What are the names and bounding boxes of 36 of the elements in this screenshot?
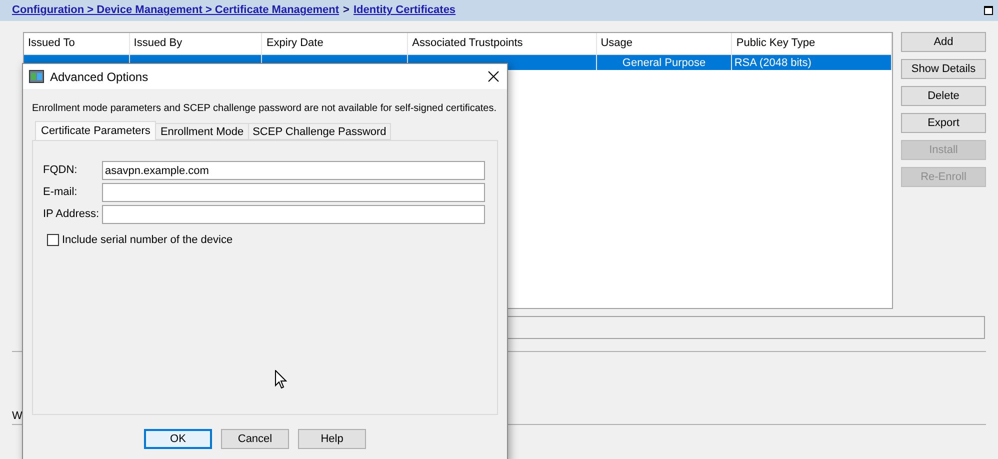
tab[interactable]: Enrollment Mode bbox=[156, 123, 249, 140]
tab[interactable]: SCEP Challenge Password bbox=[248, 123, 392, 140]
status-text: W bbox=[12, 408, 22, 424]
column-header[interactable]: Usage bbox=[596, 33, 732, 54]
maximize-icon[interactable] bbox=[984, 6, 993, 15]
app-icon bbox=[29, 70, 44, 83]
tab[interactable]: Certificate Parameters bbox=[35, 121, 156, 140]
checkbox[interactable] bbox=[47, 234, 59, 246]
action-button[interactable]: Export bbox=[901, 113, 986, 133]
dialog-message: Enrollment mode parameters and SCEP challenge password are not available for self-signed certificates. bbox=[32, 102, 497, 116]
column-header[interactable]: Issued To bbox=[24, 33, 130, 54]
pointer-icon bbox=[275, 370, 287, 388]
breadcrumb-separator: > bbox=[343, 3, 350, 18]
field-label: FQDN: bbox=[43, 163, 78, 178]
action-button[interactable]: Add bbox=[901, 32, 986, 52]
dialog-title: Advanced Options bbox=[50, 68, 150, 86]
column-header[interactable]: Associated Trustpoints bbox=[408, 33, 597, 54]
column-header[interactable]: Expiry Date bbox=[262, 33, 408, 54]
action-button[interactable]: Show Details bbox=[901, 59, 986, 79]
table-cell: RSA (2048 bits) bbox=[732, 55, 892, 70]
checkbox-label: Include serial number of the device bbox=[62, 233, 233, 248]
action-button[interactable]: Delete bbox=[901, 86, 986, 106]
dialog-button[interactable]: Help bbox=[298, 429, 366, 449]
input-field[interactable] bbox=[102, 205, 485, 224]
table-cell: General Purpose bbox=[596, 55, 732, 70]
input-field[interactable] bbox=[102, 183, 485, 202]
dialog-button[interactable]: Cancel bbox=[221, 429, 289, 449]
field-label: E-mail: bbox=[43, 185, 78, 200]
column-header[interactable]: Public Key Type bbox=[732, 33, 892, 54]
breadcrumb-link[interactable]: Identity Certificates bbox=[353, 2, 456, 19]
column-header[interactable]: Issued By bbox=[130, 33, 262, 54]
dialog-button[interactable]: OK bbox=[144, 429, 212, 449]
breadcrumb-link[interactable]: Configuration > Device Management > Certificate Management bbox=[12, 2, 340, 19]
close-icon[interactable] bbox=[488, 71, 499, 82]
field-label: IP Address: bbox=[43, 207, 100, 222]
input-field[interactable]: asavpn.example.com bbox=[102, 161, 485, 180]
